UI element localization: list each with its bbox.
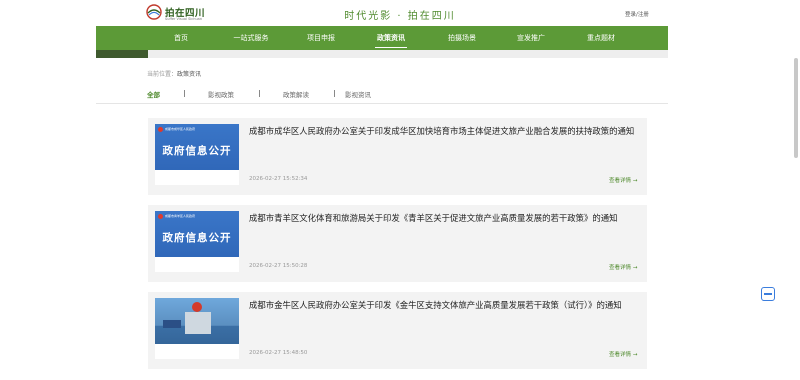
filter-tab-all[interactable]: 全部	[147, 89, 160, 99]
breadcrumb-prefix: 当前位置：	[147, 71, 178, 78]
login-register-link[interactable]: 登录/注册	[625, 10, 649, 18]
emblem-icon	[158, 127, 163, 132]
nav-item-policy-news[interactable]: 政策资讯	[375, 26, 407, 50]
article-title[interactable]: 成都市金牛区人民政府办公室关于印发《金牛区支持文体旅产业高质量发展若干政策（试行…	[249, 299, 622, 311]
nav-item-shooting-scenes[interactable]: 拍摄场景	[448, 26, 476, 50]
article-date: 2026-02-27 15:50:28	[249, 263, 308, 269]
thumbnail-caption-band	[155, 257, 239, 272]
category-filter-tabs: 全部 影视政策 政策解读 影视资讯	[0, 89, 800, 101]
article-card[interactable]: 成都市青羊区人民政府 政府信息公开 成都市青羊区文化体育和旅游局关于印发《青羊区…	[148, 205, 647, 282]
building-image	[185, 312, 211, 334]
breadcrumb: 当前位置：政策资讯	[147, 69, 201, 78]
filter-tab-policy-interpretation[interactable]: 政策解读	[283, 89, 309, 99]
filter-tab-film-news[interactable]: 影视资讯	[345, 89, 371, 99]
article-title[interactable]: 成都市青羊区文化体育和旅游局关于印发《青羊区关于促进文旅产业高质量发展的若干政策…	[249, 212, 618, 224]
article-title[interactable]: 成都市成华区人民政府办公室关于印发成华区加快培育市场主体促进文旅产业融合发展的扶…	[249, 125, 634, 137]
page-scrollbar[interactable]	[794, 58, 798, 158]
filter-tab-film-policy[interactable]: 影视政策	[208, 89, 234, 99]
scan-float-icon[interactable]	[761, 287, 775, 301]
thumbnail-org: 成都市青羊区人民政府	[165, 214, 196, 218]
emblem-icon	[158, 214, 163, 219]
main-nav: 首页 一站式服务 项目申报 政策资讯 拍摄场景 宣发推广 重点题材	[96, 26, 668, 50]
view-details-link[interactable]: 查看详情 →	[609, 263, 637, 271]
article-date: 2026-02-27 15:48:50	[249, 350, 308, 356]
thumbnail-caption-band	[155, 344, 239, 359]
sign-image	[163, 320, 181, 328]
view-details-link[interactable]: 查看详情 →	[609, 176, 637, 184]
nav-item-promotion[interactable]: 宣发推广	[517, 26, 545, 50]
filter-separator	[259, 90, 260, 97]
thumbnail-header: 成都市成华区人民政府	[155, 124, 239, 135]
article-date: 2026-02-27 15:52:34	[249, 176, 308, 182]
filter-separator	[184, 90, 185, 97]
site-slogan: 时代光影 · 拍在四川	[344, 11, 456, 22]
thumbnail-header: 成都市青羊区人民政府	[155, 211, 239, 222]
view-details-link[interactable]: 查看详情 →	[609, 350, 637, 358]
article-card[interactable]: 成都市金牛区人民政府办公室关于印发《金牛区支持文体旅产业高质量发展若干政策（试行…	[148, 292, 647, 369]
article-thumbnail[interactable]: 成都市成华区人民政府 政府信息公开	[155, 124, 239, 185]
nav-active-underline	[375, 46, 407, 48]
article-thumbnail[interactable]	[155, 298, 239, 359]
banner-strip-image	[96, 50, 148, 58]
breadcrumb-current[interactable]: 政策资讯	[177, 71, 201, 78]
filter-divider	[96, 103, 668, 104]
article-thumbnail[interactable]: 成都市青羊区人民政府 政府信息公开	[155, 211, 239, 272]
thumbnail-title: 政府信息公开	[162, 145, 232, 157]
emblem-icon	[192, 302, 202, 312]
top-bar: 拍在四川 Suffer Visual Sichuan 时代光影 · 拍在四川 登…	[0, 0, 800, 26]
nav-item-one-stop-service[interactable]: 一站式服务	[234, 26, 269, 50]
thumbnail-title: 政府信息公开	[162, 232, 232, 244]
article-card[interactable]: 成都市成华区人民政府 政府信息公开 成都市成华区人民政府办公室关于印发成华区加快…	[148, 118, 647, 195]
banner-strip	[96, 50, 668, 58]
thumbnail-org: 成都市成华区人民政府	[165, 127, 196, 131]
thumbnail-caption-band	[155, 170, 239, 185]
nav-item-key-themes[interactable]: 重点题材	[587, 26, 615, 50]
nav-item-home[interactable]: 首页	[174, 26, 188, 50]
filter-separator	[334, 90, 335, 97]
nav-item-policy-news-label: 政策资讯	[377, 34, 405, 42]
nav-item-project-application[interactable]: 项目申报	[307, 26, 335, 50]
